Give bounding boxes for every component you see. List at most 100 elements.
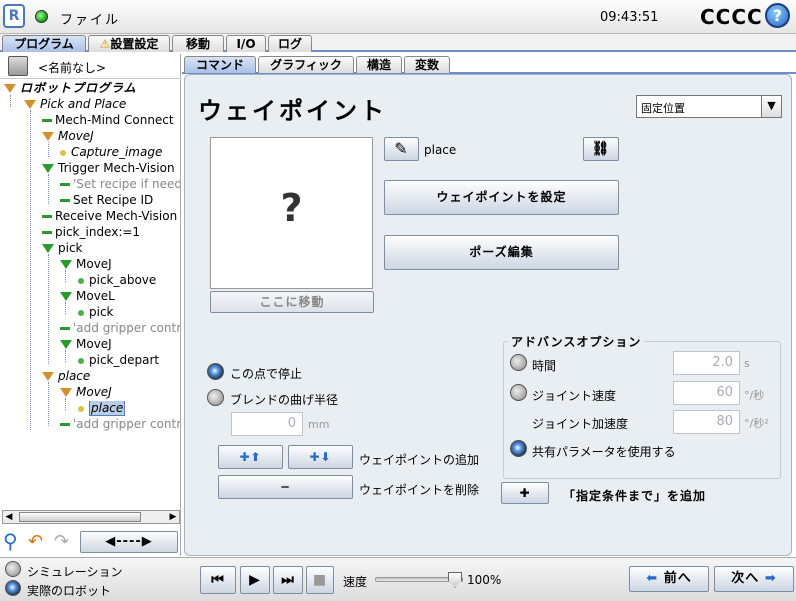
tree-item-label: ロボットプログラム <box>20 81 137 95</box>
blend-radius-radio[interactable] <box>207 389 224 406</box>
link-icon[interactable]: ⛓ <box>583 137 619 161</box>
redo-icon[interactable]: ↷ <box>54 531 76 553</box>
speed-slider-track[interactable] <box>375 572 463 588</box>
command-icon <box>42 215 52 218</box>
file-menu[interactable]: ファイル <box>60 9 120 28</box>
edit-pose-button[interactable]: ポーズ編集 <box>384 235 619 270</box>
play-icon[interactable]: ▶ <box>240 566 270 594</box>
command-icon <box>42 119 52 122</box>
tree-item[interactable]: 'Set recipe if needed <box>60 177 180 192</box>
tree-item-label: Trigger Mech-Vision <box>58 161 175 175</box>
program-icon <box>4 84 16 93</box>
step-icon[interactable]: ⏭ <box>273 566 303 594</box>
time-radio[interactable] <box>510 354 527 371</box>
tree-item-label: 'add gripper control <box>73 417 180 431</box>
tree-item[interactable]: Pick and Place <box>24 97 126 112</box>
tree-scrollbar[interactable]: ◀ ▶ <box>2 510 180 524</box>
undo-icon[interactable]: ↶ <box>28 531 50 553</box>
tree-item[interactable]: Set Recipe ID <box>60 193 153 208</box>
time-input[interactable]: 2.0 <box>673 351 740 375</box>
tab-program[interactable]: プログラム <box>2 35 86 52</box>
joint-accel-input[interactable]: 80 <box>673 410 740 434</box>
joint-speed-unit: °/秒 <box>744 389 765 402</box>
save-icon[interactable] <box>8 56 28 76</box>
skip-back-icon[interactable]: ⏮ <box>200 566 236 594</box>
scroll-thumb[interactable] <box>19 512 141 522</box>
tree-item[interactable]: pick_index:=1 <box>42 225 140 240</box>
stop-here-radio[interactable] <box>207 363 224 380</box>
shared-params-radio[interactable] <box>510 440 527 457</box>
tree-item-label: MoveL <box>76 289 115 303</box>
folder-icon <box>24 100 36 109</box>
prev-button[interactable]: ⬅ 前へ <box>629 566 709 592</box>
stop-icon[interactable]: ■ <box>306 566 334 594</box>
tree-item-label: pick <box>89 305 114 319</box>
command-icon <box>60 199 70 202</box>
tab-command[interactable]: コマンド <box>184 56 256 73</box>
add-waypoint-before-button[interactable]: ✚⬆ <box>218 445 283 469</box>
tab-log[interactable]: ログ <box>268 35 312 52</box>
set-waypoint-button[interactable]: ウェイポイントを設定 <box>384 180 619 215</box>
speed-label: 速度 <box>343 575 368 589</box>
tab-io[interactable]: I/O <box>226 35 266 52</box>
tree-item[interactable]: Receive Mech-Vision I <box>42 209 180 224</box>
tree-item[interactable]: pick_depart <box>78 353 159 368</box>
tree-item[interactable]: 'add gripper control <box>60 321 180 336</box>
add-until-label: 「指定条件まで」を追加 <box>563 489 707 503</box>
comment-icon <box>60 183 70 186</box>
tree-item-label: pick_above <box>89 273 157 287</box>
tree-item-label: place <box>58 369 91 383</box>
tree-item[interactable]: MoveJ <box>42 129 94 144</box>
move-icon <box>60 292 72 301</box>
waypoint-type-select[interactable]: 固定位置 ▼ <box>636 95 782 118</box>
tree-item[interactable]: Trigger Mech-Vision <box>42 161 175 176</box>
tab-installation[interactable]: ⚠設置設定 <box>88 35 170 52</box>
chevron-down-icon[interactable]: ▼ <box>761 96 781 117</box>
add-waypoint-after-button[interactable]: ✚⬇ <box>288 445 353 469</box>
tree-item[interactable]: Capture_image <box>60 145 162 160</box>
joint-speed-input[interactable]: 60 <box>673 381 740 405</box>
clock: 09:43:51 <box>600 10 659 25</box>
help-icon[interactable]: ? <box>765 3 790 28</box>
real-robot-radio[interactable] <box>5 580 21 596</box>
folder-icon <box>42 132 54 141</box>
tree-item[interactable]: MoveJ <box>60 257 112 272</box>
folder-icon <box>60 388 72 397</box>
tab-structure[interactable]: 構造 <box>356 56 402 73</box>
simulation-radio[interactable] <box>5 561 21 577</box>
joint-speed-radio[interactable] <box>510 384 527 401</box>
tree-item[interactable]: Mech-Mind Connect <box>42 113 174 128</box>
tree-item[interactable]: pick <box>78 305 114 320</box>
tree-item[interactable]: MoveL <box>60 289 115 304</box>
tab-move[interactable]: 移動 <box>172 35 224 52</box>
waypoint-preview: ? <box>210 137 373 289</box>
blend-radius-input[interactable]: 0 <box>231 412 303 436</box>
tree-item[interactable]: place <box>78 401 126 416</box>
advanced-options-title: アドバンスオプション <box>508 333 645 350</box>
resize-panel-button[interactable]: ◀‑‑‑‑▶ <box>80 531 178 553</box>
tree-item[interactable]: 'add gripper control <box>60 417 180 432</box>
tab-variables[interactable]: 変数 <box>404 56 450 73</box>
tree-item[interactable]: pick <box>42 241 83 256</box>
tree-item-label: pick_depart <box>89 353 160 367</box>
tab-graphics[interactable]: グラフィック <box>258 56 354 73</box>
comment-icon <box>60 327 70 330</box>
tree-item-label: Receive Mech-Vision I <box>55 209 180 223</box>
tree-item-label: 'Set recipe if needed <box>73 177 180 191</box>
tree-item[interactable]: MoveJ <box>60 337 112 352</box>
add-until-button[interactable]: ✚ <box>501 482 549 504</box>
pencil-icon[interactable]: ✎ <box>384 137 419 161</box>
joint-speed-label: ジョイント速度 <box>532 389 617 403</box>
delete-waypoint-button[interactable]: ━ <box>218 475 353 499</box>
scroll-right-icon[interactable]: ▶ <box>167 511 179 523</box>
move-here-button[interactable]: ここに移動 <box>210 291 374 313</box>
tree-item[interactable]: MoveJ <box>60 385 112 400</box>
search-icon[interactable]: ⚲ <box>3 530 23 552</box>
scroll-left-icon[interactable]: ◀ <box>3 511 15 523</box>
tree-item[interactable]: ロボットプログラム <box>4 81 137 96</box>
tree-item[interactable]: place <box>42 369 90 384</box>
next-button[interactable]: 次へ ➡ <box>714 566 794 592</box>
tree-item[interactable]: pick_above <box>78 273 156 288</box>
move-icon <box>42 244 54 253</box>
joint-accel-label: ジョイント加速度 <box>532 417 629 431</box>
